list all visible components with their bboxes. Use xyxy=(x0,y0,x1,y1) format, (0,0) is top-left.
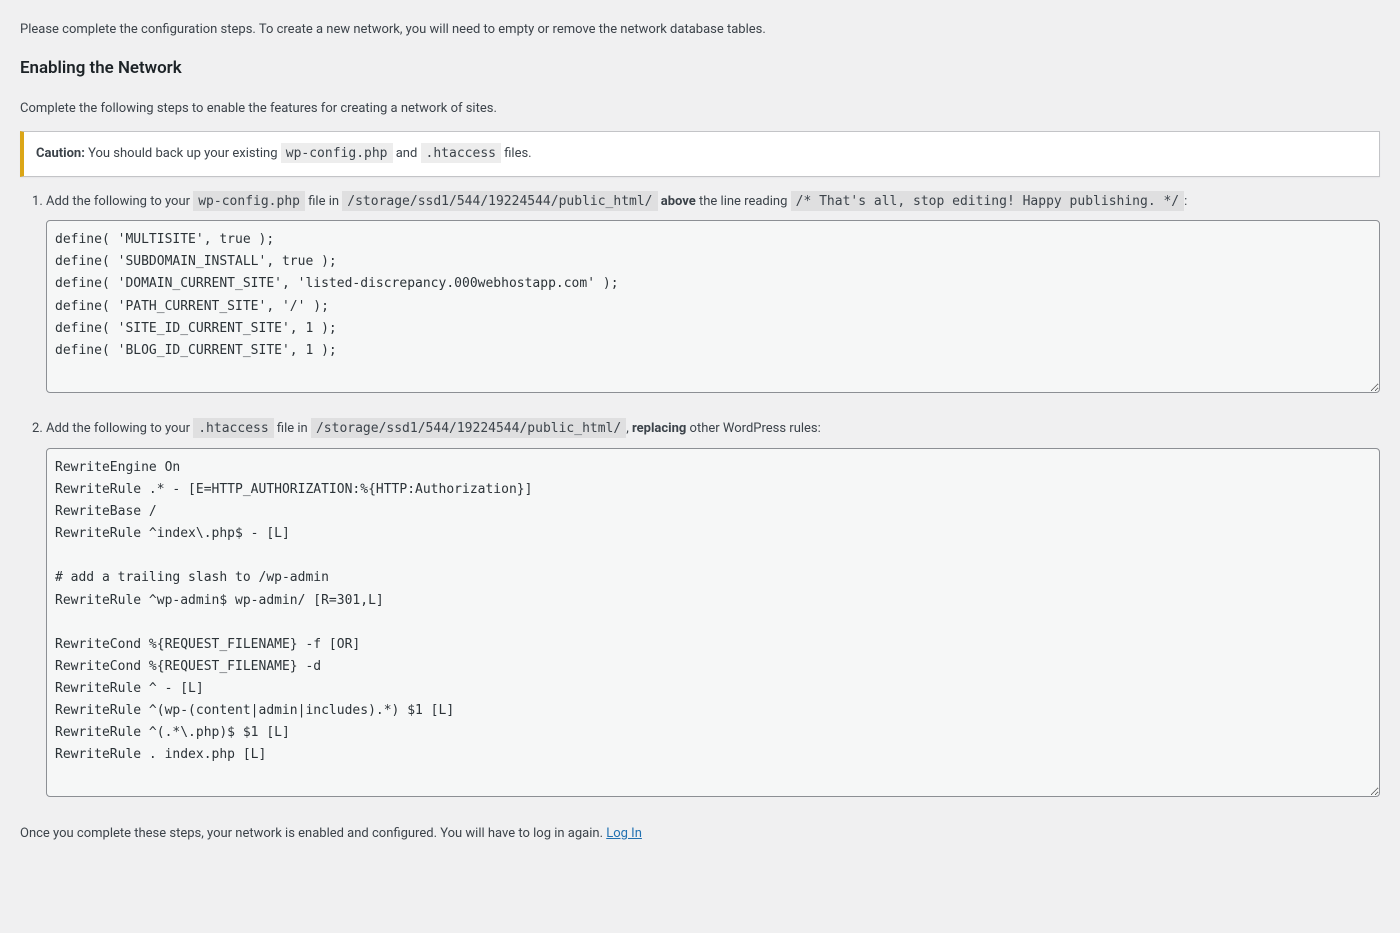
step1-text-2: file in xyxy=(305,194,342,209)
subtitle-text: Complete the following steps to enable t… xyxy=(20,99,1380,119)
step-1: Add the following to your wp-config.php … xyxy=(46,192,1380,400)
htaccess-code-textarea[interactable] xyxy=(46,448,1380,797)
step2-text-2: file in xyxy=(274,421,311,436)
step2-text-4: other WordPress rules: xyxy=(686,421,820,436)
step-2: Add the following to your .htaccess file… xyxy=(46,419,1380,804)
step1-code-line: /* That's all, stop editing! Happy publi… xyxy=(791,191,1185,211)
caution-notice: Caution: You should back up your existin… xyxy=(20,131,1380,177)
step1-text-5: : xyxy=(1184,194,1187,209)
step1-text-4: the line reading xyxy=(696,194,791,209)
caution-code-wpconfig: wp-config.php xyxy=(281,143,393,163)
section-heading: Enabling the Network xyxy=(20,56,1380,81)
login-link[interactable]: Log In xyxy=(606,826,642,841)
caution-label: Caution: xyxy=(36,146,85,161)
caution-code-htaccess: .htaccess xyxy=(421,143,501,163)
step1-code-path: /storage/ssd1/544/19224544/public_html/ xyxy=(342,191,657,211)
step1-text-1: Add the following to your xyxy=(46,194,193,209)
caution-text-2: and xyxy=(393,146,421,161)
caution-text-3: files. xyxy=(501,146,532,161)
step2-code-file: .htaccess xyxy=(193,418,273,438)
wpconfig-code-textarea[interactable] xyxy=(46,220,1380,393)
caution-paragraph: Caution: You should back up your existin… xyxy=(36,144,1367,164)
step-2-instruction: Add the following to your .htaccess file… xyxy=(46,419,1380,440)
step2-bold-replacing: replacing xyxy=(632,421,686,436)
closing-text: Once you complete these steps, your netw… xyxy=(20,826,606,841)
caution-text-1: You should back up your existing xyxy=(85,146,281,161)
steps-list: Add the following to your wp-config.php … xyxy=(46,192,1380,804)
intro-text: Please complete the configuration steps.… xyxy=(20,20,1380,40)
step-1-instruction: Add the following to your wp-config.php … xyxy=(46,192,1380,213)
step1-bold-above: above xyxy=(661,194,696,209)
closing-paragraph: Once you complete these steps, your netw… xyxy=(20,824,1380,844)
step1-code-file: wp-config.php xyxy=(193,191,305,211)
step2-text-1: Add the following to your xyxy=(46,421,193,436)
step2-code-path: /storage/ssd1/544/19224544/public_html/ xyxy=(311,418,626,438)
